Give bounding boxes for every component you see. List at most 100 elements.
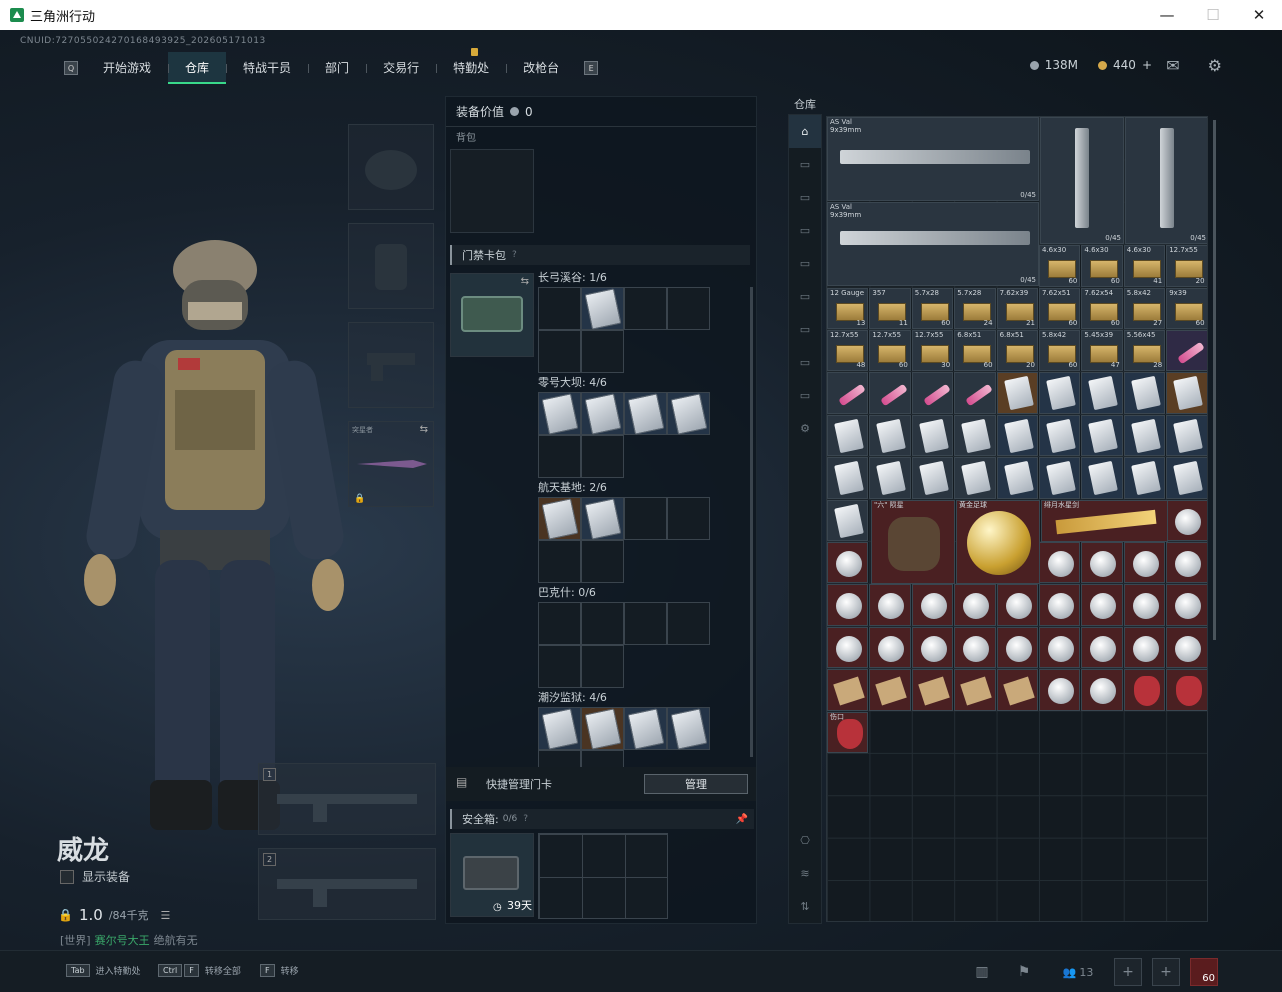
keycard-slot[interactable] — [538, 287, 581, 330]
transfer-icon[interactable]: ⇅ — [789, 890, 821, 923]
ammo-item[interactable]: 12.7x55 30 — [911, 330, 954, 372]
keycard-slot[interactable] — [667, 287, 710, 330]
injector-item[interactable] — [954, 372, 996, 414]
sword-item[interactable]: 绯月水星剑 — [1041, 500, 1168, 542]
figurine-item[interactable] — [1166, 499, 1207, 541]
pin-icon[interactable]: 📌 — [736, 814, 748, 825]
tab-gunsmith[interactable]: 改枪台 — [506, 52, 576, 84]
figurine-item[interactable] — [827, 542, 869, 584]
hint-special-ops[interactable]: Tab 进入特勤处 — [66, 964, 141, 977]
category-8-icon[interactable]: ▭ — [789, 379, 821, 412]
category-2-icon[interactable]: ▭ — [789, 181, 821, 214]
keycard-case[interactable]: ⇆ — [450, 273, 534, 357]
safebox-grid[interactable] — [538, 833, 668, 919]
tab-department[interactable]: 部门 — [308, 52, 366, 84]
manage-button[interactable]: 管理 — [644, 774, 748, 794]
keycard-item[interactable] — [1039, 457, 1081, 499]
tab-operators[interactable]: 特战干员 — [226, 52, 308, 84]
ammo-item[interactable]: 12 Gauge 13 — [827, 287, 869, 329]
ammo-item[interactable]: 9x39 60 — [1166, 287, 1207, 329]
rifle-item[interactable]: AS Val 9x39mm 0/45 — [827, 117, 1039, 201]
flag-icon[interactable]: ⚑ — [1010, 958, 1038, 986]
keycard-slot[interactable] — [581, 287, 624, 330]
figurine-item[interactable] — [1166, 542, 1207, 584]
keycard-item[interactable] — [996, 372, 1038, 414]
tab-market[interactable]: 交易行 — [366, 52, 436, 84]
figurine-item[interactable] — [1039, 626, 1081, 669]
ammo-item[interactable]: 12.7x55 20 — [1166, 245, 1207, 287]
tab-warehouse[interactable]: 仓库 — [168, 52, 227, 84]
ammo-item[interactable]: 7.62x51 60 — [1039, 287, 1081, 329]
maximize-button[interactable]: ☐ — [1190, 0, 1236, 30]
chat-line[interactable]: [世界] 赛尔号大王 绝航有无 — [60, 932, 198, 948]
figurine-item[interactable] — [954, 584, 996, 626]
tab-start-game[interactable]: 开始游戏 — [86, 52, 168, 84]
injector-item[interactable] — [869, 372, 911, 414]
category-3-icon[interactable]: ▭ — [789, 214, 821, 247]
keycard-item[interactable] — [827, 499, 869, 541]
ammo-item[interactable]: 5.8x42 27 — [1123, 287, 1166, 329]
keycard-item[interactable] — [1081, 414, 1123, 457]
scroll-item[interactable] — [827, 669, 869, 711]
keycard-item[interactable] — [827, 414, 869, 457]
keycard-item[interactable] — [911, 414, 954, 457]
category-4-icon[interactable]: ▭ — [789, 247, 821, 280]
keycard-item[interactable] — [1081, 457, 1123, 499]
checkbox[interactable] — [60, 869, 74, 884]
keycard-slot[interactable] — [581, 435, 624, 478]
ammo-item[interactable]: 4.6x30 60 — [1081, 245, 1123, 287]
ammo-item[interactable]: 4.6x30 60 — [1039, 245, 1081, 287]
orb-item[interactable] — [1081, 669, 1123, 711]
keycard-item[interactable] — [869, 457, 911, 499]
keycard-item[interactable] — [954, 414, 996, 457]
keycard-slot[interactable] — [624, 602, 667, 645]
melee-slot[interactable]: 突星者 ⇆ 🔒 — [348, 421, 434, 507]
injector-item[interactable] — [827, 372, 869, 414]
minimize-button[interactable]: — — [1144, 0, 1190, 30]
keycard-slot[interactable] — [538, 540, 581, 583]
keycard-slot[interactable] — [538, 330, 581, 373]
keycard-slot[interactable] — [624, 287, 667, 330]
primary-weapon-slot[interactable]: 1 — [258, 763, 436, 835]
warehouse-settings-icon[interactable]: ⚙ — [789, 412, 821, 445]
figurine-item[interactable] — [996, 584, 1038, 626]
keycard-slot[interactable] — [538, 645, 581, 688]
keycard-slot[interactable] — [581, 707, 624, 750]
figurine-item[interactable] — [1081, 626, 1123, 669]
glove-grip-item[interactable]: "六" 陨星 — [871, 500, 955, 584]
scroll-item[interactable] — [869, 669, 911, 711]
keycard-slot[interactable] — [667, 392, 710, 435]
category-1-icon[interactable]: ▭ — [789, 148, 821, 181]
keycard-item[interactable] — [1166, 414, 1207, 457]
show-equipment-toggle[interactable]: 显示装备 — [60, 868, 130, 885]
figurine-item[interactable] — [827, 584, 869, 626]
ammo-item[interactable]: 5.8x42 60 — [1039, 330, 1081, 372]
category-6-icon[interactable]: ▭ — [789, 313, 821, 346]
keycard-slot[interactable] — [667, 707, 710, 750]
keycard-item[interactable] — [1166, 457, 1207, 499]
injector-item[interactable] — [911, 372, 954, 414]
add-party-slot-1[interactable]: + — [1114, 958, 1142, 986]
keycard-slot[interactable] — [624, 497, 667, 540]
figurine-item[interactable] — [1081, 542, 1123, 584]
rifle-item-vertical[interactable]: 0/45 — [1040, 117, 1124, 244]
keycard-slot[interactable] — [624, 707, 667, 750]
keycard-item[interactable] — [1123, 457, 1166, 499]
keycard-item[interactable] — [1166, 372, 1207, 414]
keycard-item[interactable] — [954, 457, 996, 499]
backpack-slot[interactable] — [450, 149, 534, 233]
figurine-item[interactable] — [911, 626, 954, 669]
keycard-slot[interactable] — [667, 602, 710, 645]
keycard-item[interactable] — [1081, 372, 1123, 414]
figurine-item[interactable] — [996, 626, 1038, 669]
keycard-slot[interactable] — [538, 707, 581, 750]
keycard-item[interactable] — [996, 457, 1038, 499]
ammo-item[interactable]: 5.7x28 24 — [954, 287, 996, 329]
figurine-item[interactable] — [869, 626, 911, 669]
help-icon[interactable]: ? — [512, 250, 517, 260]
ammo-item[interactable]: 5.45x39 47 — [1081, 330, 1123, 372]
armor-slot[interactable] — [348, 223, 434, 309]
keycard-item[interactable] — [911, 457, 954, 499]
figurine-item[interactable] — [1123, 542, 1166, 584]
ammo-item[interactable]: 357 11 — [869, 287, 911, 329]
